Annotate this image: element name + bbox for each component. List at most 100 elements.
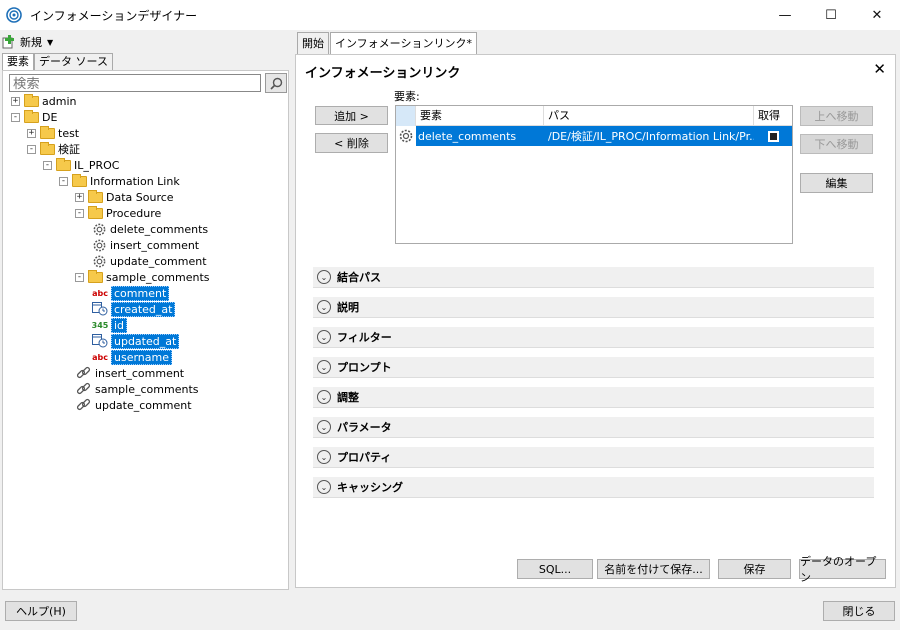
tree-item[interactable]: + admin	[11, 93, 76, 109]
close-icon[interactable]: ✕	[873, 60, 886, 78]
folder-icon	[24, 93, 39, 107]
folder-icon	[40, 141, 55, 155]
tree-item[interactable]: created_at	[92, 301, 176, 317]
tree-item[interactable]: insert_comment	[92, 237, 199, 253]
elements-label: 要素:	[394, 90, 420, 103]
section-header[interactable]: ⌄ 結合パス	[313, 267, 874, 288]
search-input[interactable]	[9, 74, 261, 92]
tree-item[interactable]: insert_comment	[76, 365, 184, 381]
search-button[interactable]	[265, 73, 287, 93]
new-menu-button[interactable]: 新規 ▼	[2, 33, 53, 51]
tree-item[interactable]: 345 id	[92, 317, 128, 333]
section-label: プロパティ	[337, 451, 392, 464]
table-row[interactable]: delete_comments /DE/検証/IL_PROC/Informati…	[396, 126, 792, 146]
app-icon	[6, 7, 22, 23]
maximize-button[interactable]: ☐	[808, 0, 854, 30]
section-header[interactable]: ⌄ プロンプト	[313, 357, 874, 378]
tree-item-label: Information Link	[90, 174, 180, 188]
move-up-button[interactable]: 上へ移動	[800, 106, 873, 126]
folder-icon	[88, 269, 103, 283]
save-as-button[interactable]: 名前を付けて保存...	[597, 559, 710, 579]
section-header[interactable]: ⌄ キャッシング	[313, 477, 874, 498]
save-button[interactable]: 保存	[718, 559, 791, 579]
collapse-icon[interactable]: -	[59, 176, 68, 186]
expand-icon[interactable]: +	[27, 128, 36, 138]
section-header[interactable]: ⌄ パラメータ	[313, 417, 874, 438]
tree-item[interactable]: - Information Link	[59, 173, 180, 189]
remove-button[interactable]: < 削除	[315, 133, 388, 153]
section-header[interactable]: ⌄ 調整	[313, 387, 874, 408]
tree-item[interactable]: - IL_PROC	[43, 157, 120, 173]
chevron-down-icon[interactable]: ⌄	[317, 420, 331, 434]
help-button[interactable]: ヘルプ(H)	[5, 601, 77, 621]
tree-item[interactable]: delete_comments	[92, 221, 208, 237]
chevron-down-icon[interactable]: ⌄	[317, 300, 331, 314]
chevron-down-icon[interactable]: ⌄	[317, 330, 331, 344]
tree-item[interactable]: update_comment	[92, 253, 207, 269]
close-window-button[interactable]: ✕	[854, 0, 900, 30]
tree-item-label: sample_comments	[106, 270, 210, 284]
chevron-down-icon[interactable]: ⌄	[317, 270, 331, 284]
window-title: インフォメーションデザイナー	[30, 8, 198, 23]
tree-item-label: id	[111, 317, 128, 333]
chevron-down-icon[interactable]: ⌄	[317, 450, 331, 464]
tree-item-label: DE	[42, 110, 58, 124]
tree-item-label: username	[111, 349, 172, 365]
collapse-icon[interactable]: -	[43, 160, 52, 170]
minimize-button[interactable]: —	[762, 0, 808, 30]
header-path[interactable]: パス	[544, 106, 754, 126]
move-down-button[interactable]: 下へ移動	[800, 134, 873, 154]
datetime-column-icon	[92, 302, 108, 316]
link-icon	[76, 382, 91, 395]
collapse-icon[interactable]: -	[75, 272, 84, 282]
chevron-down-icon[interactable]: ⌄	[317, 390, 331, 404]
section-label: 結合パス	[337, 271, 381, 284]
open-data-button[interactable]: データのオープン	[799, 555, 886, 584]
chevron-down-icon[interactable]: ⌄	[317, 360, 331, 374]
tree-item[interactable]: update_comment	[76, 397, 192, 413]
gear-icon	[93, 223, 106, 235]
tree-item-label: test	[58, 126, 80, 140]
collapse-icon[interactable]: -	[27, 144, 36, 154]
string-column-icon: abc	[92, 352, 108, 362]
chevron-down-icon[interactable]: ⌄	[317, 480, 331, 494]
tree-item[interactable]: + Data Source	[75, 189, 174, 205]
elements-table[interactable]: 要素 パス 取得 delete_comments /DE/検証/IL_PROC/…	[395, 105, 793, 244]
folder-icon	[88, 205, 103, 219]
sql-button[interactable]: SQL...	[517, 559, 593, 579]
tree-item[interactable]: sample_comments	[76, 381, 199, 397]
gear-icon	[93, 239, 106, 251]
section-header[interactable]: ⌄ フィルター	[313, 327, 874, 348]
close-button[interactable]: 閉じる	[823, 601, 895, 621]
folder-icon	[24, 109, 39, 123]
tree-item[interactable]: + test	[27, 125, 79, 141]
tree-item[interactable]: abc username	[92, 349, 172, 365]
tree-item[interactable]: - 検証	[27, 141, 80, 157]
section-header[interactable]: ⌄ 説明	[313, 297, 874, 318]
retrieve-checkbox[interactable]	[767, 130, 779, 142]
edit-button[interactable]: 編集	[800, 173, 873, 193]
tab-elements[interactable]: 要素	[2, 53, 34, 71]
collapse-icon[interactable]: -	[11, 112, 20, 122]
tab-start[interactable]: 開始	[297, 32, 329, 54]
tree-item[interactable]: - Procedure	[75, 205, 161, 221]
add-button[interactable]: 追加 >	[315, 106, 388, 125]
new-item-icon	[2, 35, 14, 49]
section-label: キャッシング	[337, 481, 403, 494]
header-check-cell	[396, 106, 416, 126]
tree-item[interactable]: - DE	[11, 109, 57, 125]
tree-item[interactable]: updated_at	[92, 333, 180, 349]
header-retrieve[interactable]: 取得	[754, 106, 792, 126]
tab-information-link[interactable]: インフォメーションリンク*	[330, 32, 477, 54]
tree-item[interactable]: - sample_comments	[75, 269, 210, 285]
string-column-icon: abc	[92, 288, 108, 298]
collapse-icon[interactable]: -	[75, 208, 84, 218]
gear-icon	[93, 255, 106, 267]
expand-icon[interactable]: +	[75, 192, 84, 202]
tab-data-source[interactable]: データ ソース	[34, 53, 113, 71]
row-path: /DE/検証/IL_PROC/Information Link/Pr...	[548, 130, 754, 143]
tree-item[interactable]: abc comment	[92, 285, 170, 301]
section-header[interactable]: ⌄ プロパティ	[313, 447, 874, 468]
expand-icon[interactable]: +	[11, 96, 20, 106]
header-element[interactable]: 要素	[416, 106, 544, 126]
